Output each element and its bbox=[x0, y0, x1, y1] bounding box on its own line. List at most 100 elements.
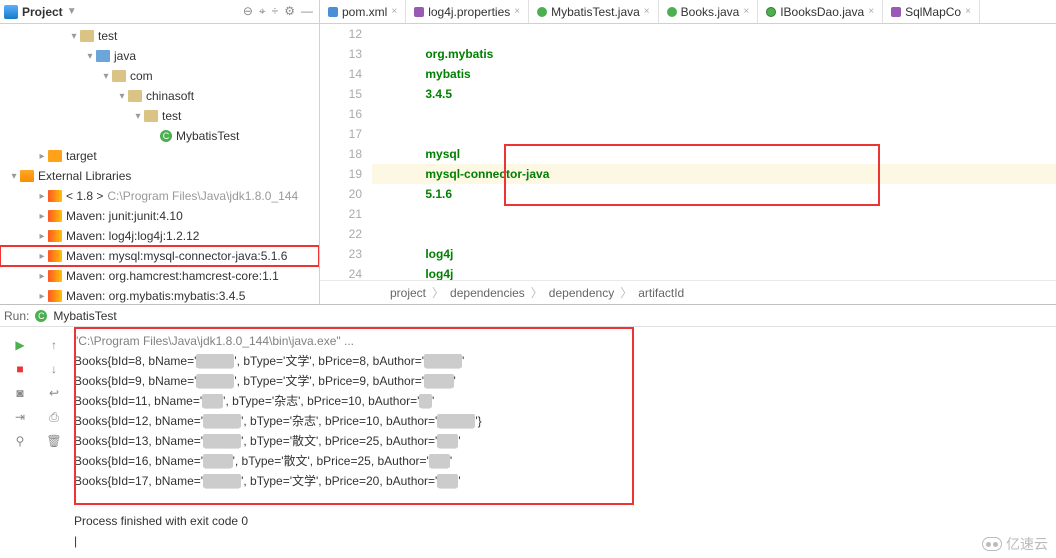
collapse-icon[interactable]: ⊖ bbox=[243, 4, 253, 19]
watermark-icon bbox=[982, 537, 1002, 551]
tree-maven-hamcrest[interactable]: ▸Maven: org.hamcrest:hamcrest-core:1.1 bbox=[0, 266, 319, 286]
code-line[interactable] bbox=[372, 24, 1056, 44]
editor-tab[interactable]: log4j.properties × bbox=[406, 0, 529, 23]
editor-tab[interactable]: SqlMapCo × bbox=[883, 0, 980, 23]
editor-tab[interactable]: Books.java× bbox=[659, 0, 759, 23]
tree-folder-target[interactable]: ▸target bbox=[0, 146, 319, 166]
run-stop-icon[interactable]: ■ bbox=[10, 359, 30, 379]
gear-icon[interactable]: ⚙ bbox=[284, 4, 295, 19]
tab-label: SqlMapCo bbox=[905, 5, 961, 19]
project-tool-header[interactable]: Project ▼ ⊖ ⌖ ÷ ⚙ — bbox=[0, 0, 320, 23]
code-line[interactable]: mysql-connector-java bbox=[372, 164, 1056, 184]
console-line: Books{bId=8, bName='████', bType='文学', b… bbox=[74, 351, 1050, 371]
tree-maven-junit[interactable]: ▸Maven: junit:junit:4.10 bbox=[0, 206, 319, 226]
console-line: Books{bId=11, bName='██', bType='杂志', bP… bbox=[74, 391, 1050, 411]
code-line[interactable]: log4j bbox=[372, 244, 1056, 264]
close-icon[interactable]: × bbox=[644, 6, 650, 17]
code-area[interactable]: 12131415161718192021222324 org.mybatis m… bbox=[320, 24, 1056, 280]
tree-folder-test2[interactable]: ▾test bbox=[0, 106, 319, 126]
tab-label: IBooksDao.java bbox=[780, 5, 864, 19]
file-type-icon bbox=[766, 7, 776, 17]
tab-label: pom.xml bbox=[342, 5, 387, 19]
tab-label: Books.java bbox=[681, 5, 740, 19]
project-tree[interactable]: ▾test ▾java ▾com ▾chinasoft ▾test Mybati… bbox=[0, 24, 320, 304]
console-line: Books{bId=9, bName='████', bType='文学', b… bbox=[74, 371, 1050, 391]
breadcrumb-item[interactable]: project bbox=[390, 286, 426, 300]
hide-icon[interactable]: — bbox=[301, 4, 313, 19]
print-icon[interactable]: ⎙ bbox=[44, 407, 64, 427]
console-line: Books{bId=16, bName='███', bType='散文', b… bbox=[74, 451, 1050, 471]
tree-folder-java[interactable]: ▾java bbox=[0, 46, 319, 66]
topbar: Project ▼ ⊖ ⌖ ÷ ⚙ — pom.xml×log4j.proper… bbox=[0, 0, 1056, 24]
run-label: Run: bbox=[4, 309, 29, 323]
breadcrumb-item[interactable]: artifactId bbox=[638, 286, 684, 300]
down-icon[interactable]: ↓ bbox=[44, 359, 64, 379]
run-config-icon bbox=[35, 310, 47, 322]
file-type-icon bbox=[891, 7, 901, 17]
code-line[interactable] bbox=[372, 204, 1056, 224]
split-icon[interactable]: ÷ bbox=[272, 4, 279, 19]
code-line[interactable]: mysql bbox=[372, 144, 1056, 164]
tree-maven-log4j[interactable]: ▸Maven: log4j:log4j:1.2.12 bbox=[0, 226, 319, 246]
run-play-icon[interactable]: ▶ bbox=[10, 335, 30, 355]
code-line[interactable]: 5.1.6 bbox=[372, 184, 1056, 204]
tree-external-libraries[interactable]: ▾External Libraries bbox=[0, 166, 319, 186]
code-line[interactable] bbox=[372, 224, 1056, 244]
editor-tabs: pom.xml×log4j.properties×MybatisTest.jav… bbox=[320, 0, 1056, 23]
project-label: Project bbox=[22, 5, 63, 19]
project-icon bbox=[4, 5, 18, 19]
tab-label: MybatisTest.java bbox=[551, 5, 640, 19]
chevron-down-icon[interactable]: ▼ bbox=[67, 6, 77, 17]
editor-tab[interactable]: MybatisTest.java × bbox=[529, 0, 659, 23]
console-wrap: "C:\Program Files\Java\jdk1.8.0_144\bin\… bbox=[68, 327, 1056, 558]
up-icon[interactable]: ↑ bbox=[44, 335, 64, 355]
run-tool-window: Run: MybatisTest ▶ ■ ◙ ⇥ ⚲ ↑ ↓ ↩ ⎙ 🗑 "C:… bbox=[0, 304, 1056, 558]
watermark: 亿速云 bbox=[982, 534, 1048, 554]
exit-icon[interactable]: ⇥ bbox=[10, 407, 30, 427]
pin-icon[interactable]: ⚲ bbox=[10, 431, 30, 451]
code-line[interactable]: org.mybatis bbox=[372, 44, 1056, 64]
console-line: "C:\Program Files\Java\jdk1.8.0_144\bin\… bbox=[74, 331, 1050, 351]
file-type-icon bbox=[537, 7, 547, 17]
editor-tab[interactable]: IBooksDao.java × bbox=[758, 0, 883, 23]
close-icon[interactable]: × bbox=[965, 6, 971, 17]
run-config-name[interactable]: MybatisTest bbox=[53, 309, 116, 323]
file-type-icon bbox=[328, 7, 338, 17]
file-type-icon bbox=[414, 7, 424, 17]
trash-icon[interactable]: 🗑 bbox=[44, 431, 64, 451]
code-line[interactable]: 3.4.5 bbox=[372, 84, 1056, 104]
code-line[interactable] bbox=[372, 104, 1056, 124]
console-line: Books{bId=13, bName='████', bType='散文', … bbox=[74, 431, 1050, 451]
run-body: ▶ ■ ◙ ⇥ ⚲ ↑ ↓ ↩ ⎙ 🗑 "C:\Program Files\Ja… bbox=[0, 327, 1056, 558]
camera-icon[interactable]: ◙ bbox=[10, 383, 30, 403]
tree-folder-chinasoft[interactable]: ▾chinasoft bbox=[0, 86, 319, 106]
breadcrumb[interactable]: project〉dependencies〉dependency〉artifact… bbox=[320, 280, 1056, 304]
target-icon[interactable]: ⌖ bbox=[259, 4, 266, 19]
tree-folder-com[interactable]: ▾com bbox=[0, 66, 319, 86]
editor-tab[interactable]: pom.xml × bbox=[320, 0, 406, 23]
breadcrumb-item[interactable]: dependencies bbox=[450, 286, 525, 300]
tree-maven-mysql-connector[interactable]: ▸Maven: mysql:mysql-connector-java:5.1.6 bbox=[0, 246, 319, 266]
code-line[interactable]: log4j bbox=[372, 264, 1056, 280]
tree-folder-test[interactable]: ▾test bbox=[0, 26, 319, 46]
close-icon[interactable]: × bbox=[868, 6, 874, 17]
code-line[interactable] bbox=[372, 124, 1056, 144]
run-toolbar-primary: ▶ ■ ◙ ⇥ ⚲ bbox=[0, 327, 40, 558]
tree-maven-mybatis[interactable]: ▸Maven: org.mybatis:mybatis:3.4.5 bbox=[0, 286, 319, 304]
breadcrumb-item[interactable]: dependency bbox=[549, 286, 614, 300]
console-output[interactable]: "C:\Program Files\Java\jdk1.8.0_144\bin\… bbox=[74, 331, 1050, 551]
code-content[interactable]: org.mybatis mybatis 3.4.5 mysql mysql-co… bbox=[372, 24, 1056, 280]
wrap-icon[interactable]: ↩ bbox=[44, 383, 64, 403]
line-gutter: 12131415161718192021222324 bbox=[320, 24, 372, 280]
close-icon[interactable]: × bbox=[743, 6, 749, 17]
tab-label: log4j.properties bbox=[428, 5, 510, 19]
run-header[interactable]: Run: MybatisTest bbox=[0, 305, 1056, 327]
tree-jdk[interactable]: ▸< 1.8 >C:\Program Files\Java\jdk1.8.0_1… bbox=[0, 186, 319, 206]
main-split: ▾test ▾java ▾com ▾chinasoft ▾test Mybati… bbox=[0, 24, 1056, 304]
code-line[interactable]: mybatis bbox=[372, 64, 1056, 84]
run-toolbar-secondary: ↑ ↓ ↩ ⎙ 🗑 bbox=[40, 327, 68, 558]
close-icon[interactable]: × bbox=[391, 6, 397, 17]
close-icon[interactable]: × bbox=[514, 6, 520, 17]
tree-file-mybatistest[interactable]: MybatisTest bbox=[0, 126, 319, 146]
console-line: Books{bId=17, bName='████', bType='文学', … bbox=[74, 471, 1050, 491]
